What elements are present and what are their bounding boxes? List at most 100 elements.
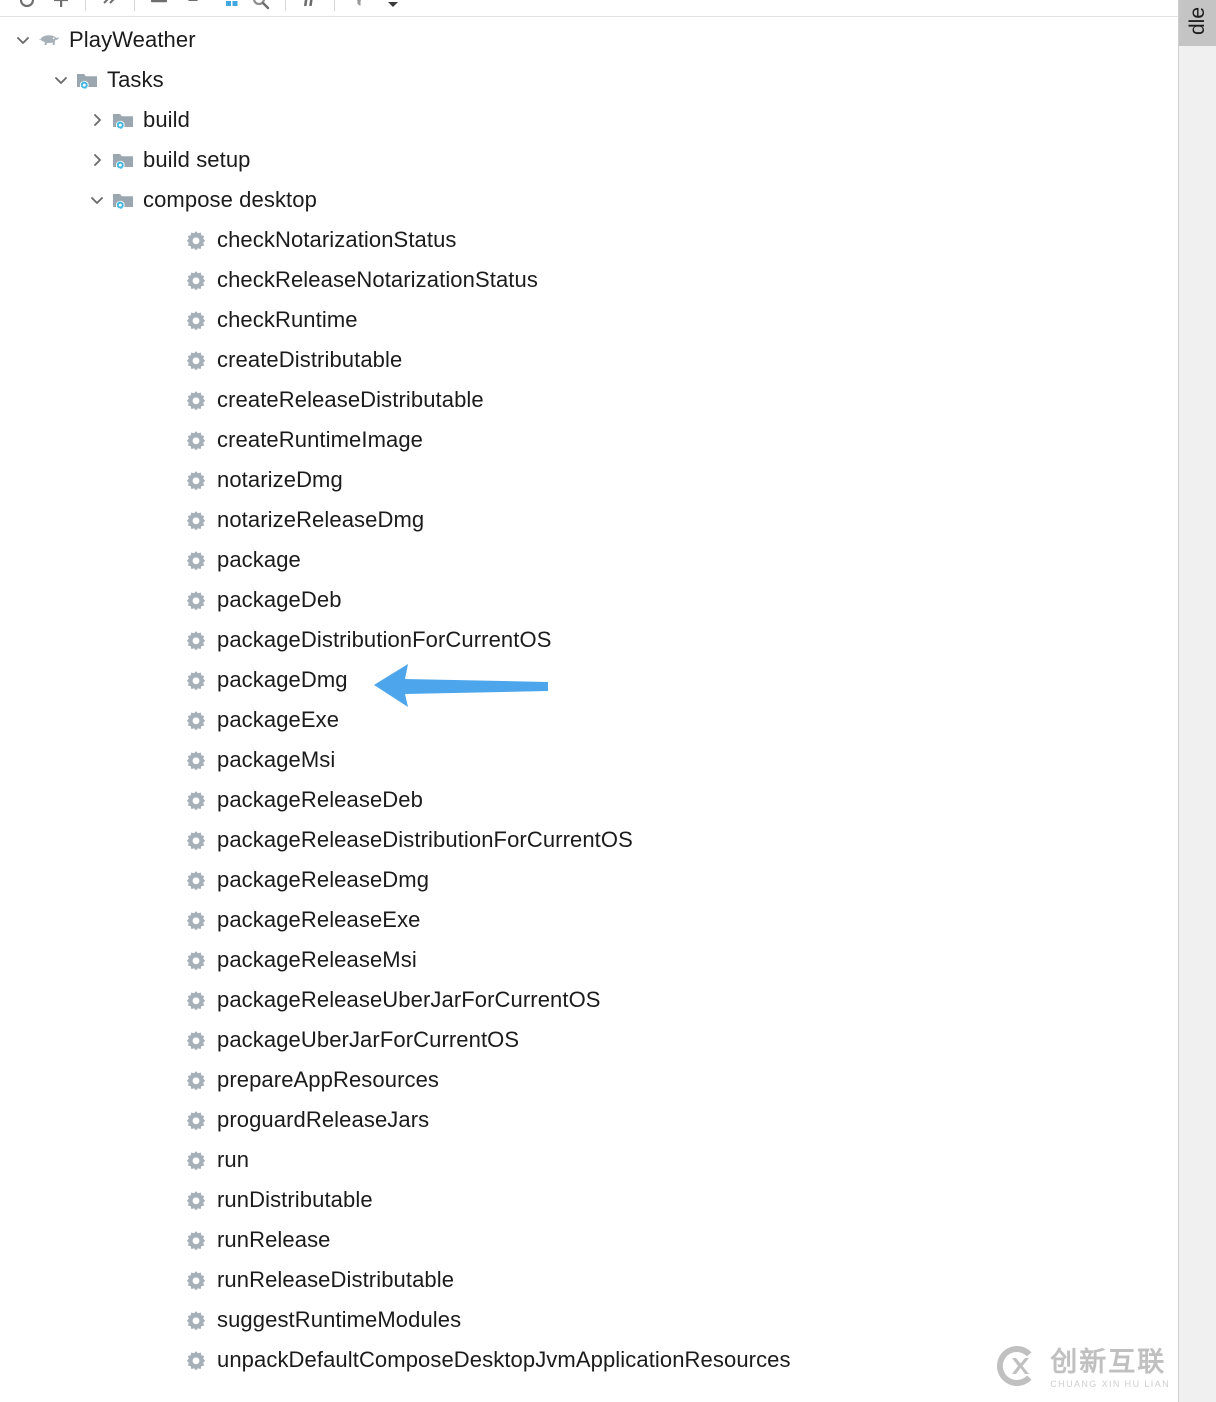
- tree-node-task[interactable]: runReleaseDistributable: [0, 1260, 1178, 1300]
- tree-node-task[interactable]: createReleaseDistributable: [0, 380, 1178, 420]
- tree-node-task[interactable]: packageDistributionForCurrentOS: [0, 620, 1178, 660]
- tree-node-task[interactable]: suggestRuntimeModules: [0, 1300, 1178, 1340]
- tree-node-task[interactable]: checkRuntime: [0, 300, 1178, 340]
- tree-node-task[interactable]: runDistributable: [0, 1180, 1178, 1220]
- tree-node-label: packageMsi: [217, 747, 336, 772]
- chevron-right-icon[interactable]: [84, 107, 110, 133]
- tree-node-label: compose desktop: [143, 187, 317, 212]
- gear-icon: [183, 427, 209, 453]
- tree-node-label: checkNotarizationStatus: [217, 227, 457, 252]
- tree-node-task[interactable]: packageReleaseDmg: [0, 860, 1178, 900]
- tree-node-playweather[interactable]: PlayWeather: [0, 20, 1178, 60]
- filter-icon[interactable]: [342, 0, 376, 16]
- tree-node-task[interactable]: run: [0, 1140, 1178, 1180]
- gear-icon: [183, 1307, 209, 1333]
- tree-node-task[interactable]: runRelease: [0, 1220, 1178, 1260]
- toolbar-separator: [134, 0, 135, 11]
- gradle-elephant-icon: [36, 27, 62, 53]
- tree-node-build[interactable]: build: [0, 100, 1178, 140]
- gear-icon: [183, 1187, 209, 1213]
- tree-node-label: runDistributable: [217, 1187, 373, 1212]
- tree-node-label: package: [217, 547, 301, 572]
- tree-node-label: notarizeReleaseDmg: [217, 507, 425, 532]
- gradle-project-tree[interactable]: PlayWeather Tasks build build setup comp…: [0, 17, 1178, 1402]
- tree-node-task[interactable]: packageReleaseDeb: [0, 780, 1178, 820]
- tree-node-task[interactable]: checkNotarizationStatus: [0, 220, 1178, 260]
- tree-node-label: packageReleaseMsi: [217, 947, 417, 972]
- toolbar-separator: [85, 0, 86, 11]
- gear-icon: [183, 987, 209, 1013]
- tree-node-task[interactable]: packageUberJarForCurrentOS: [0, 1020, 1178, 1060]
- gear-icon: [183, 1347, 209, 1373]
- stripe-tab-gradle[interactable]: dle: [1179, 0, 1216, 46]
- tree-node-label: packageReleaseExe: [217, 907, 421, 932]
- tree-node-label: packageReleaseDmg: [217, 867, 430, 892]
- pause-icon[interactable]: [293, 0, 327, 16]
- gear-icon: [183, 907, 209, 933]
- tree-node-build-setup[interactable]: build setup: [0, 140, 1178, 180]
- tree-node-task[interactable]: unpackDefaultComposeDesktopJvmApplicatio…: [0, 1340, 1178, 1380]
- tree-node-label: unpackDefaultComposeDesktopJvmApplicatio…: [217, 1347, 791, 1372]
- gear-icon: [183, 1147, 209, 1173]
- tree-node-task[interactable]: packageReleaseDistributionForCurrentOS: [0, 820, 1178, 860]
- chevron-down-icon[interactable]: [84, 187, 110, 213]
- tree-node-label: packageDeb: [217, 587, 342, 612]
- chevron-down-icon[interactable]: [10, 27, 36, 53]
- tree-node-label: packageDmg: [217, 667, 348, 692]
- tree-node-label: prepareAppResources: [217, 1067, 440, 1092]
- tree-node-label: suggestRuntimeModules: [217, 1307, 462, 1332]
- task-execution-icon[interactable]: [210, 0, 244, 16]
- tree-node-label: build setup: [143, 147, 251, 172]
- gear-icon: [183, 707, 209, 733]
- tree-node-task[interactable]: notarizeReleaseDmg: [0, 500, 1178, 540]
- chevron-down-icon[interactable]: [48, 67, 74, 93]
- task-list: checkNotarizationStatus checkReleaseNotar…: [0, 220, 1178, 1380]
- search-icon[interactable]: [244, 0, 278, 16]
- gear-icon: [183, 267, 209, 293]
- tree-node-label: packageReleaseDeb: [217, 787, 423, 812]
- tree-node-task[interactable]: notarizeDmg: [0, 460, 1178, 500]
- add-icon[interactable]: [44, 0, 78, 16]
- stripe-tab-label: dle: [1186, 6, 1209, 36]
- tree-node-tasks[interactable]: Tasks: [0, 60, 1178, 100]
- gear-icon: [183, 547, 209, 573]
- collapse-all-icon[interactable]: [142, 0, 176, 16]
- tree-node-task[interactable]: packageExe: [0, 700, 1178, 740]
- tree-node-task[interactable]: proguardReleaseJars: [0, 1100, 1178, 1140]
- tree-node-label: createReleaseDistributable: [217, 387, 484, 412]
- tree-node-compose-desktop[interactable]: compose desktop: [0, 180, 1178, 220]
- gear-icon: [183, 947, 209, 973]
- tree-node-label: PlayWeather: [69, 27, 196, 52]
- chevron-right-icon[interactable]: [84, 147, 110, 173]
- gradle-tool-window: PlayWeather Tasks build build setup comp…: [0, 0, 1216, 1402]
- upload-icon[interactable]: [176, 0, 210, 16]
- tree-node-task[interactable]: packageMsi: [0, 740, 1178, 780]
- expand-all-icon[interactable]: [93, 0, 127, 16]
- gear-icon: [183, 227, 209, 253]
- tree-node-label: createDistributable: [217, 347, 403, 372]
- chevron-down-icon[interactable]: [376, 0, 410, 16]
- tree-node-task[interactable]: package: [0, 540, 1178, 580]
- tree-node-task[interactable]: checkReleaseNotarizationStatus: [0, 260, 1178, 300]
- tree-node-label: createRuntimeImage: [217, 427, 424, 452]
- tree-node-task[interactable]: createRuntimeImage: [0, 420, 1178, 460]
- gear-icon: [183, 347, 209, 373]
- tree-node-task[interactable]: packageDmg: [0, 660, 1178, 700]
- tree-node-task[interactable]: packageReleaseExe: [0, 900, 1178, 940]
- tree-node-label: notarizeDmg: [217, 467, 343, 492]
- tree-node-label: runRelease: [217, 1227, 331, 1252]
- tree-node-label: packageReleaseUberJarForCurrentOS: [217, 987, 601, 1012]
- tree-node-task[interactable]: packageReleaseMsi: [0, 940, 1178, 980]
- folder-gear-icon: [110, 147, 136, 173]
- gear-icon: [183, 667, 209, 693]
- gear-icon: [183, 627, 209, 653]
- tree-node-label: build: [143, 107, 190, 132]
- gear-icon: [183, 827, 209, 853]
- refresh-icon[interactable]: [10, 0, 44, 16]
- gear-icon: [183, 867, 209, 893]
- tree-node-task[interactable]: packageReleaseUberJarForCurrentOS: [0, 980, 1178, 1020]
- tree-node-task[interactable]: prepareAppResources: [0, 1060, 1178, 1100]
- tree-node-task[interactable]: packageDeb: [0, 580, 1178, 620]
- toolbar: [0, 0, 1178, 17]
- tree-node-task[interactable]: createDistributable: [0, 340, 1178, 380]
